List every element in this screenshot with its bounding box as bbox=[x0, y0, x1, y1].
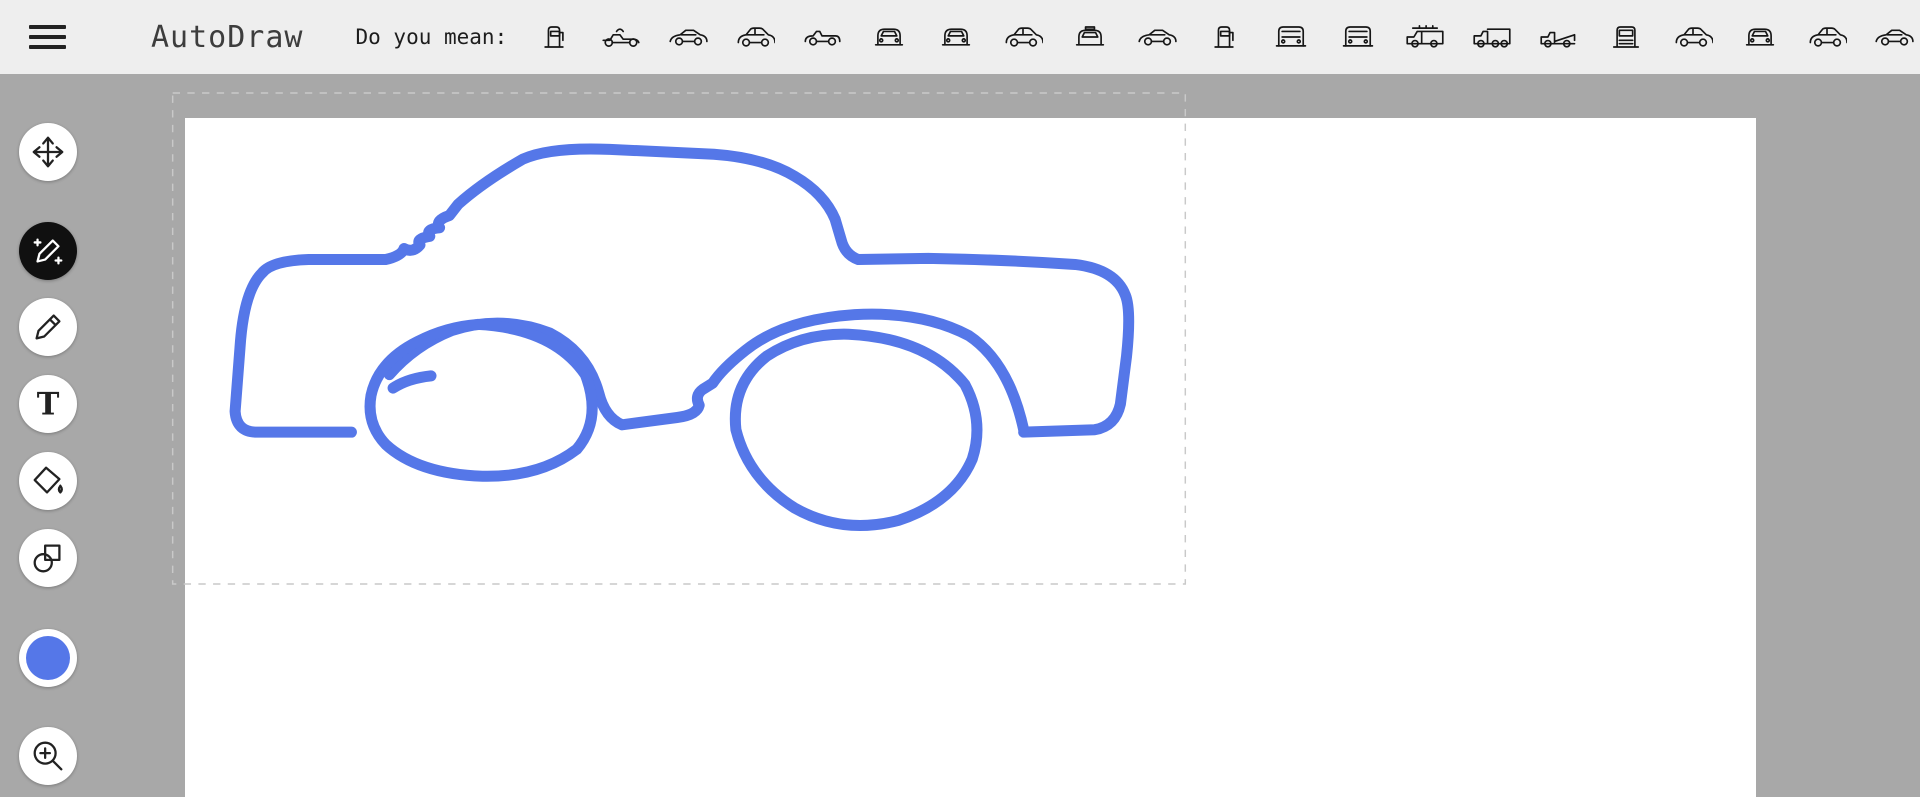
suggestion-race-car-icon[interactable] bbox=[601, 17, 641, 57]
suggestion-parking-meter-icon[interactable] bbox=[1204, 17, 1244, 57]
suggestion-convertible-icon[interactable] bbox=[802, 17, 842, 57]
suggestion-bus-front-icon[interactable] bbox=[1271, 17, 1311, 57]
hamburger-menu-icon[interactable] bbox=[29, 19, 66, 55]
color-tool-button[interactable] bbox=[19, 629, 77, 687]
suggestion-label: Do you mean: bbox=[356, 25, 508, 49]
suggestion-fire-truck-icon[interactable] bbox=[1338, 17, 1378, 57]
suggestion-ladder-truck-icon[interactable] bbox=[1405, 17, 1445, 57]
suggestion-semi-truck-icon[interactable] bbox=[1606, 17, 1646, 57]
autodraw-tool-button[interactable] bbox=[19, 222, 77, 280]
suggestion-car-front-icon[interactable] bbox=[869, 17, 909, 57]
type-tool-button[interactable]: T bbox=[19, 375, 77, 433]
suggestion-gas-pump-icon[interactable] bbox=[534, 17, 574, 57]
page-title: AutoDraw bbox=[151, 20, 304, 55]
suggestion-tow-truck-icon[interactable] bbox=[1539, 17, 1579, 57]
move-icon bbox=[29, 133, 67, 171]
suggestion-sedan-icon[interactable] bbox=[1003, 17, 1043, 57]
select-tool-button[interactable] bbox=[19, 123, 77, 181]
autodraw-app: { "app": { "title": "AutoDraw" }, "heade… bbox=[0, 0, 1920, 797]
draw-tool-button[interactable] bbox=[19, 298, 77, 356]
suggestion-compact-car-icon[interactable] bbox=[735, 17, 775, 57]
paint-bucket-icon bbox=[29, 462, 67, 500]
suggestion-box-truck-icon[interactable] bbox=[1472, 17, 1512, 57]
color-swatch bbox=[19, 629, 77, 687]
shapes-icon bbox=[29, 539, 67, 577]
zoom-in-icon bbox=[29, 737, 67, 775]
suggestion-roadster-icon[interactable] bbox=[1874, 17, 1914, 57]
top-bar: AutoDraw Do you mean: bbox=[0, 0, 1920, 74]
svg-text:T: T bbox=[37, 386, 60, 422]
pencil-icon bbox=[29, 308, 67, 346]
suggestion-police-car-icon[interactable] bbox=[1137, 17, 1177, 57]
suggestion-taxi-front-icon[interactable] bbox=[1070, 17, 1110, 57]
type-icon: T bbox=[29, 385, 67, 423]
suggestion-wagon-icon[interactable] bbox=[1807, 17, 1847, 57]
zoom-tool-button[interactable] bbox=[19, 727, 77, 785]
magic-pencil-icon bbox=[29, 232, 67, 270]
suggestion-hatchback-icon[interactable] bbox=[936, 17, 976, 57]
fill-tool-button[interactable] bbox=[19, 452, 77, 510]
shape-tool-button[interactable] bbox=[19, 529, 77, 587]
suggestion-strip bbox=[534, 0, 1920, 74]
suggestion-van-front-icon[interactable] bbox=[1740, 17, 1780, 57]
drawing-canvas[interactable] bbox=[185, 118, 1756, 797]
suggestion-sports-car-icon[interactable] bbox=[668, 17, 708, 57]
suggestion-coupe-icon[interactable] bbox=[1673, 17, 1713, 57]
